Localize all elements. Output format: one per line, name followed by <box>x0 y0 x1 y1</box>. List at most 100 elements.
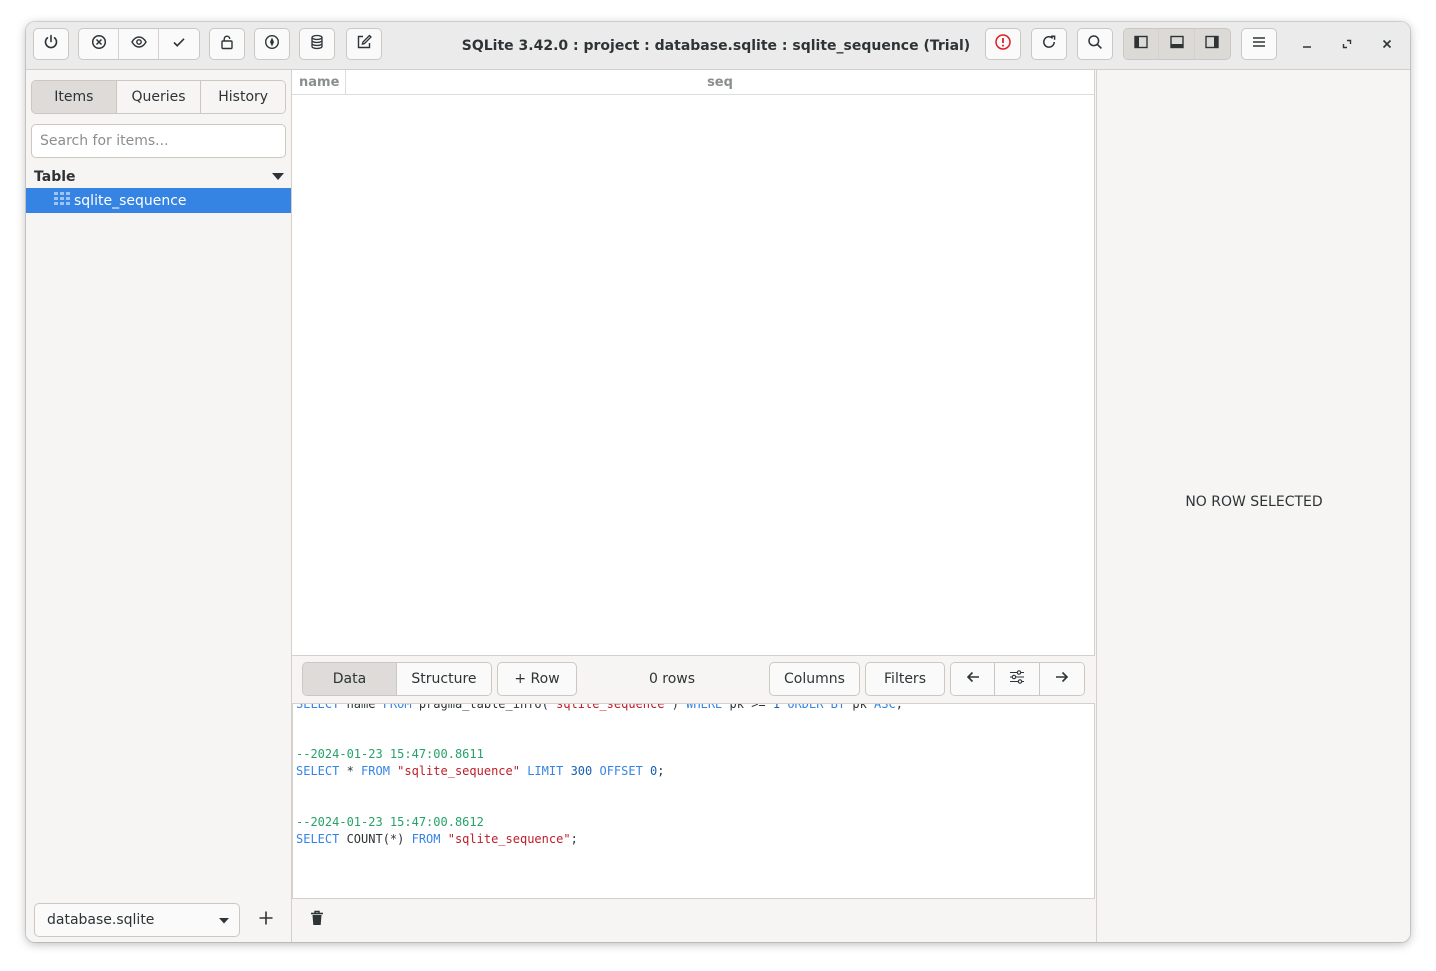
sliders-icon <box>1009 670 1025 688</box>
log-token: --2024-01-23 15:47:00.8612 <box>296 815 484 829</box>
alert-icon <box>994 33 1012 55</box>
trash-icon <box>310 910 324 930</box>
log-line: --2024-01-23 15:47:00.8611 <box>296 747 484 761</box>
minimize-button[interactable] <box>1295 34 1319 58</box>
log-toolbar <box>292 900 1095 942</box>
main-menu-button[interactable] <box>1241 28 1277 60</box>
log-token: SELECT <box>296 764 347 778</box>
add-connection-button[interactable] <box>254 906 278 934</box>
tab-history[interactable]: History <box>201 81 285 113</box>
triangle-down-icon <box>219 912 229 928</box>
pagination-settings-button[interactable] <box>995 663 1040 695</box>
database-selector[interactable]: database.sqlite <box>34 903 240 937</box>
database-selector-value: database.sqlite <box>47 912 155 928</box>
pagination-group <box>950 662 1085 696</box>
sidebar-right-icon <box>1204 34 1220 54</box>
log-token: 300 <box>570 764 600 778</box>
log-token: ; <box>895 703 903 711</box>
plus-icon <box>258 910 274 930</box>
compass-icon <box>264 34 280 54</box>
eye-icon <box>130 34 147 54</box>
log-token: ASC <box>874 703 896 711</box>
log-token: FROM <box>382 703 419 711</box>
data-grid[interactable]: name seq <box>292 70 1095 656</box>
refresh-button[interactable] <box>1031 28 1067 60</box>
arrow-right-icon <box>1055 670 1069 688</box>
maximize-icon <box>1341 38 1353 54</box>
triangle-down-icon <box>272 169 284 185</box>
log-token: --2024-01-23 15:47:00.8611 <box>296 747 484 761</box>
log-token: 'sqlite_sequence' <box>548 703 672 711</box>
arrow-left-icon <box>966 670 980 688</box>
log-line: SELECT name FROM pragma_table_info('sqli… <box>296 703 903 711</box>
navigate-button[interactable] <box>254 28 290 60</box>
close-circle-icon <box>91 34 107 54</box>
log-line: --2024-01-23 15:47:00.8612 <box>296 815 484 829</box>
edit-query-button[interactable] <box>346 28 382 60</box>
power-icon <box>43 34 59 54</box>
log-token: WHERE <box>686 703 730 711</box>
add-row-button[interactable]: + Row <box>497 662 577 696</box>
tab-structure[interactable]: Structure <box>397 663 491 695</box>
database-button[interactable] <box>299 28 335 60</box>
sidebar-item-label: sqlite_sequence <box>74 192 187 209</box>
lock-button[interactable] <box>209 28 245 60</box>
commit-button[interactable] <box>159 29 199 59</box>
toggle-bottom-panel-button[interactable] <box>1159 29 1195 59</box>
sidebar-left-icon <box>1133 34 1149 54</box>
preview-button[interactable] <box>119 29 159 59</box>
disconnect-button[interactable] <box>33 28 69 60</box>
alert-button[interactable] <box>985 28 1021 60</box>
log-token: ) <box>671 703 687 711</box>
search-items-input[interactable] <box>31 124 286 158</box>
toggle-detail-panel-button[interactable] <box>1195 29 1230 59</box>
edit-icon <box>356 34 372 54</box>
clear-log-button[interactable] <box>307 910 327 930</box>
rollback-button[interactable] <box>79 29 119 59</box>
log-token: ; <box>570 832 578 846</box>
log-token: SELECT <box>296 832 347 846</box>
search-button[interactable] <box>1077 28 1113 60</box>
log-token: COUNT(*) <box>346 832 412 846</box>
maximize-button[interactable] <box>1335 34 1359 58</box>
column-header-seq[interactable]: seq <box>346 70 1094 95</box>
table-icon <box>54 191 70 210</box>
log-token: 1 <box>772 703 788 711</box>
tab-items[interactable]: Items <box>32 81 117 113</box>
sidebar-item-sqlite-sequence[interactable]: sqlite_sequence <box>26 188 291 213</box>
filters-button[interactable]: Filters <box>865 662 945 696</box>
view-tabs: Data Structure <box>302 662 492 696</box>
log-token: pragma_table_info( <box>418 703 549 711</box>
log-token: * <box>346 764 362 778</box>
tab-queries[interactable]: Queries <box>116 81 202 113</box>
main-area: name seq Data Structure + Row 0 rows Col… <box>292 70 1095 942</box>
row-count: 0 rows <box>648 671 696 687</box>
log-token: pk >= <box>729 703 773 711</box>
layout-toggle-group <box>1123 28 1231 60</box>
tab-data[interactable]: Data <box>303 663 397 695</box>
log-token: FROM <box>361 764 398 778</box>
close-window-button[interactable] <box>1375 34 1399 58</box>
previous-page-button[interactable] <box>951 663 996 695</box>
menu-icon <box>1251 34 1267 54</box>
log-token: pk <box>852 703 875 711</box>
column-header-name[interactable]: name <box>292 70 346 95</box>
no-row-selected-label: NO ROW SELECTED <box>1185 494 1323 510</box>
panel-bottom-icon <box>1169 34 1185 54</box>
section-label: Table <box>34 169 76 185</box>
log-token: name <box>346 703 383 711</box>
log-line: SELECT * FROM "sqlite_sequence" LIMIT 30… <box>296 764 665 778</box>
toggle-sidebar-button[interactable] <box>1124 29 1160 59</box>
data-toolbar: Data Structure + Row 0 rows Columns Filt… <box>292 657 1095 702</box>
log-token: SELECT <box>296 703 347 711</box>
table-section-header[interactable]: Table <box>34 166 284 188</box>
sidebar: Items Queries History Table sqlite_seque… <box>26 70 292 942</box>
next-page-button[interactable] <box>1039 663 1084 695</box>
log-token: "sqlite_sequence" <box>397 764 528 778</box>
header-bar: SQLite 3.42.0 : project : database.sqlit… <box>26 22 1410 70</box>
columns-button[interactable]: Columns <box>769 662 860 696</box>
log-token: OFFSET <box>599 764 651 778</box>
row-detail-panel: NO ROW SELECTED <box>1096 70 1410 942</box>
query-log[interactable]: SELECT name FROM pragma_table_info('sqli… <box>292 703 1095 899</box>
minimize-icon <box>1301 38 1313 54</box>
